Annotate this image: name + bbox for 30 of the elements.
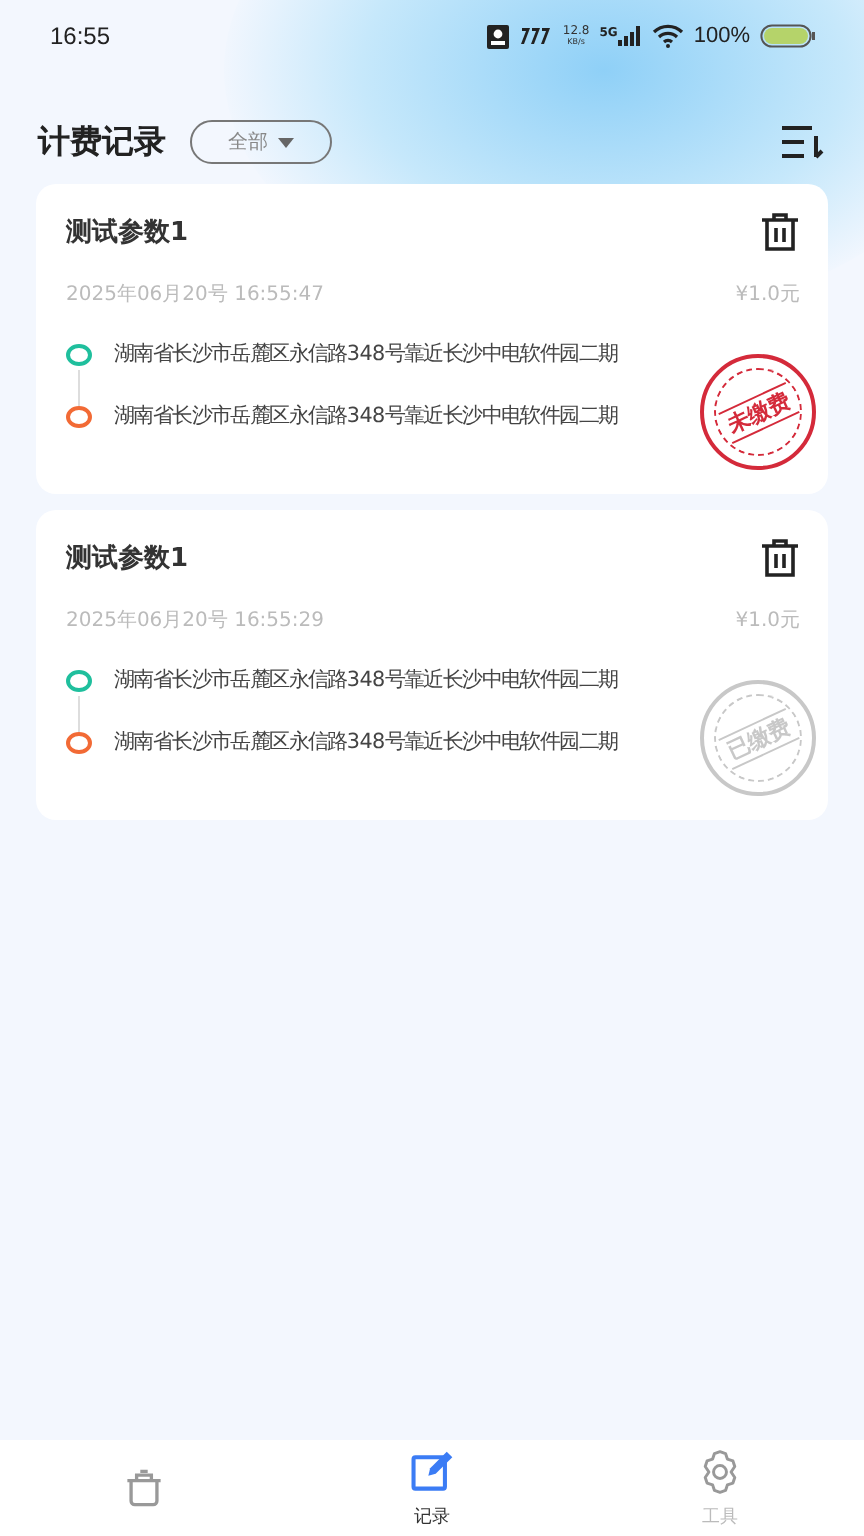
caret-icon bbox=[278, 137, 294, 147]
battery-icon bbox=[760, 24, 816, 48]
address-text: 湖南省长沙市岳麓区永信路348号靠近长沙中电软件园二期 bbox=[114, 402, 618, 430]
contact-card-icon bbox=[486, 23, 511, 49]
clock-time: 16:55 bbox=[50, 22, 111, 50]
signal-icon bbox=[617, 26, 642, 46]
end-dot bbox=[66, 405, 92, 427]
address-text: 湖南省长沙市岳麓区永信路348号靠近长沙中电软件园二期 bbox=[114, 666, 618, 694]
trash-icon[interactable] bbox=[760, 212, 800, 252]
start-dot bbox=[66, 343, 92, 365]
record-title: 测试参数1 bbox=[66, 542, 189, 576]
app-logo-icon bbox=[520, 26, 553, 46]
record-price: ¥1.0元 bbox=[735, 282, 800, 308]
nav-tab[interactable]: 记录 bbox=[288, 1440, 576, 1536]
address-text: 湖南省长沙市岳麓区永信路348号靠近长沙中电软件园二期 bbox=[114, 340, 618, 368]
start-dot bbox=[66, 669, 92, 691]
end-dot bbox=[66, 731, 92, 753]
record-card[interactable]: 测试参数1 2025年06月20号 16:55:47 ¥1.0元 湖南省长沙市岳麓区永信路348号靠近长沙中电软件园二期 湖南省长沙市岳麓区永信路348号靠近长沙中电软件园二期 未缴费 bbox=[36, 184, 828, 494]
wifi-icon bbox=[651, 24, 684, 48]
address-text: 湖南省长沙市岳麓区永信路348号靠近长沙中电软件园二期 bbox=[114, 728, 618, 756]
trash-icon[interactable] bbox=[760, 538, 800, 578]
sort-icon[interactable] bbox=[780, 124, 824, 160]
edit-icon bbox=[408, 1447, 456, 1495]
record-title: 测试参数1 bbox=[66, 216, 189, 250]
page-title: 计费记录 bbox=[38, 121, 166, 163]
record-price: ¥1.0元 bbox=[735, 608, 800, 634]
record-time: 2025年06月20号 16:55:47 bbox=[66, 282, 324, 308]
status-stamp: 未缴费 bbox=[700, 354, 816, 470]
record-time: 2025年06月20号 16:55:29 bbox=[66, 608, 324, 634]
battery-percent: 100% bbox=[693, 24, 750, 48]
